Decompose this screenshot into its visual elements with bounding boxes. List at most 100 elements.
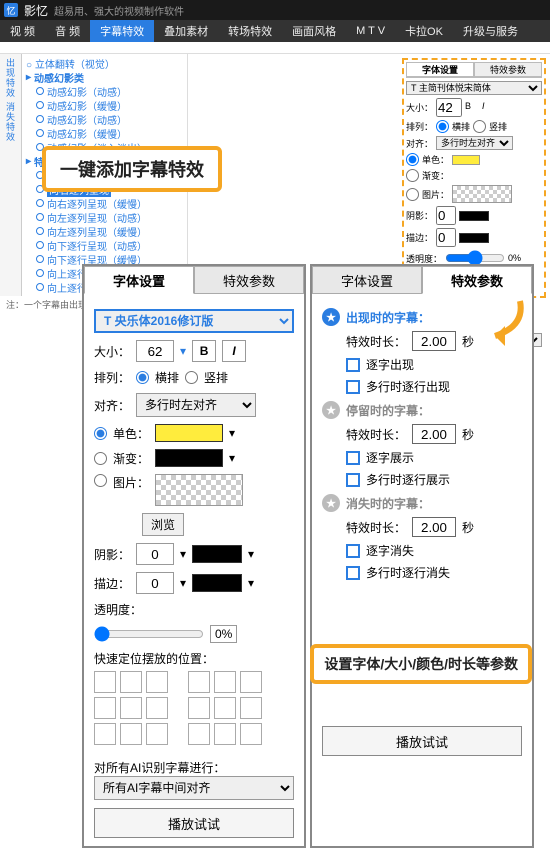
appear-perchar-cb[interactable] (346, 358, 360, 372)
vertical-tabs: 出现特效 消失特效 (0, 54, 22, 296)
mini-arrange-v[interactable] (473, 120, 486, 133)
shadow-input[interactable] (136, 543, 174, 565)
opacity-value: 0% (210, 625, 237, 643)
menu-karaoke[interactable]: 卡拉OK (395, 20, 453, 42)
tree-item[interactable]: 动感幻影（动感） (36, 112, 183, 126)
tab-fxparams[interactable]: 特效参数 (422, 266, 532, 294)
play-button[interactable]: 播放试试 (322, 726, 522, 756)
stay-perline-cb[interactable] (346, 473, 360, 487)
dropdown-icon[interactable]: ▾ (229, 451, 235, 465)
italic-button[interactable]: I (482, 101, 496, 115)
menu-subtitle-fx[interactable]: 字幕特效 (90, 20, 154, 42)
mini-grad[interactable] (406, 169, 419, 182)
play-button[interactable]: 播放试试 (94, 808, 294, 838)
app-subtitle: 超易用、强大的视频制作软件 (54, 3, 184, 18)
dropdown-icon[interactable]: ▾ (180, 576, 186, 590)
italic-button[interactable]: I (222, 340, 246, 362)
dropdown-icon[interactable]: ▾ (248, 576, 254, 590)
fill-grad-radio[interactable] (94, 452, 107, 465)
opacity-label: 透明度： (94, 601, 142, 618)
shadow-color[interactable] (459, 211, 489, 221)
tree-item[interactable]: 动感幻影（缓慢） (36, 98, 183, 112)
arrange-label: 排列： (94, 369, 130, 386)
stay-duration[interactable] (412, 424, 456, 444)
appear-perline-cb[interactable] (346, 380, 360, 394)
disappear-perline-cb[interactable] (346, 566, 360, 580)
mini-font-select[interactable]: T 主简刊体悦宋简体 (406, 81, 542, 95)
app-logo: 忆 (4, 3, 18, 17)
menu-transition[interactable]: 转场特效 (218, 20, 282, 42)
dropdown-icon[interactable]: ▾ (229, 426, 235, 440)
ai-label: 对所有AI识别字幕进行： (94, 759, 294, 776)
mini-tab-font[interactable]: 字体设置 (406, 62, 474, 77)
mini-solid[interactable] (406, 153, 419, 166)
mini-align[interactable]: 多行时左对齐 (436, 136, 513, 150)
align-label: 对齐： (94, 397, 130, 414)
star-icon: ★ (322, 494, 340, 512)
stroke-input[interactable] (136, 572, 174, 594)
tree-item[interactable]: 动感幻影（动感） (36, 84, 183, 98)
callout-params: 设置字体/大小/颜色/时长等参数 (310, 644, 532, 684)
ai-select[interactable]: 所有AI字幕中间对齐 (94, 776, 294, 800)
align-select[interactable]: 多行时左对齐 (136, 393, 256, 417)
stay-perchar-cb[interactable] (346, 451, 360, 465)
mini-size[interactable] (436, 98, 462, 117)
mini-tab-fx[interactable]: 特效参数 (474, 62, 542, 77)
mini-pic[interactable] (406, 188, 419, 201)
arrange-v-radio[interactable] (185, 371, 198, 384)
disappear-duration[interactable] (412, 517, 456, 537)
font-select[interactable]: T 央乐体2016修订版 (94, 309, 294, 333)
tree-group[interactable]: ▸ 动感幻影类 (26, 70, 183, 84)
mini-shadow[interactable] (436, 206, 456, 225)
mini-arrange-h[interactable] (436, 120, 449, 133)
size-label: 大小： (94, 343, 130, 360)
dropdown-icon[interactable]: ▾ (248, 547, 254, 561)
vtab-appear[interactable]: 出现特效 (4, 58, 17, 98)
menu-mtv[interactable]: M T V (346, 20, 395, 42)
tree-item[interactable]: 向下逐行呈现（动感） (36, 238, 183, 252)
size-input[interactable] (136, 340, 174, 362)
menu-video[interactable]: 视 频 (0, 20, 45, 42)
mini-color[interactable] (452, 155, 480, 165)
disappear-perchar-cb[interactable] (346, 544, 360, 558)
menu-style[interactable]: 画面风格 (282, 20, 346, 42)
stroke-color[interactable] (459, 233, 489, 243)
tab-font[interactable]: 字体设置 (312, 266, 422, 294)
fill-solid-radio[interactable] (94, 427, 107, 440)
shadow-color[interactable] (192, 545, 242, 563)
vtab-disappear[interactable]: 消失特效 (4, 102, 17, 142)
bold-button[interactable]: B (192, 340, 216, 362)
mini-stroke[interactable] (436, 228, 456, 247)
opacity-slider[interactable] (94, 626, 204, 642)
panel-fx-params: 字体设置 特效参数 ★出现时的字幕： 特效时长：秒 逐字出现 多行时逐行出现 ★… (310, 264, 534, 848)
mini-panel: 字体设置 特效参数 T 主简刊体悦宋简体 大小：BI 排列：横排竖排 对齐：多行… (402, 58, 546, 298)
pos-grid-1[interactable] (94, 671, 168, 745)
arrange-h-radio[interactable] (136, 371, 149, 384)
tab-fxparams[interactable]: 特效参数 (194, 266, 304, 294)
toolbar-strip (0, 42, 550, 54)
dropdown-icon[interactable]: ▾ (180, 547, 186, 561)
stroke-color[interactable] (192, 574, 242, 592)
tree-item[interactable]: ○ 立体翻转（视觉） (26, 56, 183, 70)
size-dropdown-icon[interactable]: ▾ (180, 344, 186, 358)
appear-duration[interactable] (412, 331, 456, 351)
tree-item[interactable]: 向右逐列呈现（缓慢） (36, 196, 183, 210)
menu-upgrade[interactable]: 升级与服务 (453, 20, 528, 42)
browse-button[interactable]: 浏览 (142, 513, 184, 536)
workarea: 出现特效 消失特效 ○ 立体翻转（视觉） ▸ 动感幻影类 动感幻影（动感） 动感… (0, 54, 550, 296)
star-icon: ★ (322, 308, 340, 326)
fill-pic-radio[interactable] (94, 474, 107, 487)
star-icon: ★ (322, 401, 340, 419)
menu-audio[interactable]: 音 频 (45, 20, 90, 42)
tree-item[interactable]: 动感幻影（缓慢） (36, 126, 183, 140)
solid-color-swatch[interactable] (155, 424, 223, 442)
grad-swatch[interactable] (155, 449, 223, 467)
bold-button[interactable]: B (465, 101, 479, 115)
pos-grid-2[interactable] (188, 671, 262, 745)
menubar: 视 频 音 频 字幕特效 叠加素材 转场特效 画面风格 M T V 卡拉OK 升… (0, 20, 550, 42)
menu-overlay[interactable]: 叠加素材 (154, 20, 218, 42)
titlebar: 忆 影忆 超易用、强大的视频制作软件 (0, 0, 550, 20)
tree-item[interactable]: 向左逐列呈现（动感） (36, 210, 183, 224)
tab-font[interactable]: 字体设置 (84, 266, 194, 294)
tree-item[interactable]: 向左逐列呈现（缓慢） (36, 224, 183, 238)
